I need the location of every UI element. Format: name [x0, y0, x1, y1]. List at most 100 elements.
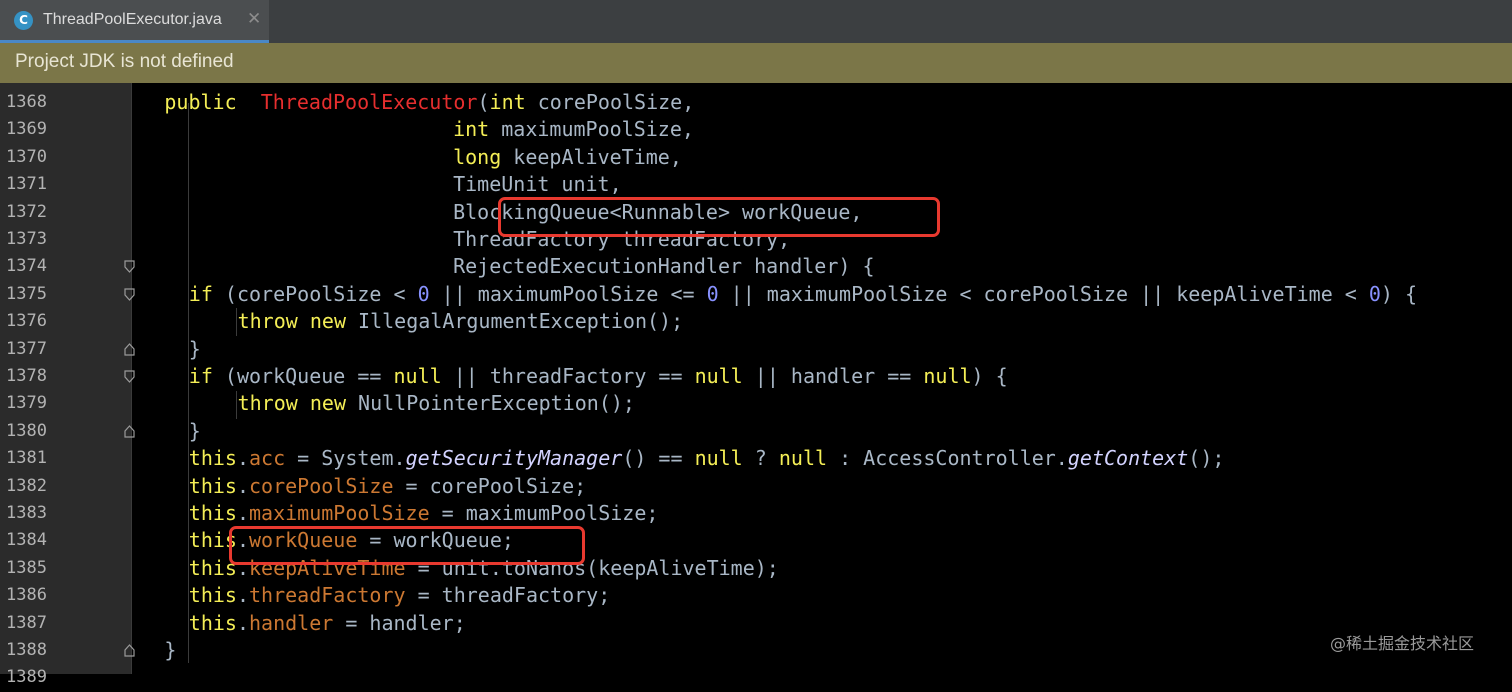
code-line: this.handler = handler; — [189, 610, 466, 637]
line-number: 1375 — [6, 283, 47, 304]
code-token: || maximumPoolSize < corePoolSize || kee… — [718, 281, 1369, 306]
code-token: = threadFactory; — [405, 583, 611, 608]
code-token: = corePoolSize; — [393, 473, 587, 498]
code-token: if — [188, 281, 213, 306]
line-number: 1378 — [6, 366, 47, 386]
code-token: 0 — [706, 281, 719, 306]
line-number: 1384 — [6, 530, 47, 551]
code-token: null — [923, 364, 972, 388]
line-number: 1385 — [6, 557, 47, 578]
fold-open-icon[interactable] — [124, 370, 135, 383]
code-token: if — [188, 364, 213, 388]
fold-close-icon[interactable] — [124, 342, 135, 356]
code-token: long — [453, 144, 502, 169]
watermark: @稀土掘金技术社区 — [1330, 634, 1475, 653]
highlight-box-workqueue-param — [498, 197, 940, 237]
code-line: if (workQueue == null || threadFactory =… — [189, 363, 1008, 390]
code-token: null — [393, 364, 442, 388]
line-number: 1386 — [6, 585, 47, 606]
code-token: . — [236, 446, 250, 471]
code-token: new — [309, 391, 346, 416]
code-token: this — [188, 501, 237, 525]
code-token: maximumPoolSize, — [489, 117, 694, 142]
code-token: = maximumPoolSize; — [429, 501, 659, 525]
code-token: this — [188, 446, 237, 471]
code-line: public ThreadPoolExecutor(int corePoolSi… — [164, 89, 694, 116]
code-token: . — [236, 583, 250, 608]
code-token: = System. — [285, 446, 406, 471]
code-token: TimeUnit unit, — [140, 172, 622, 197]
code-token: } — [164, 638, 177, 662]
line-number: 1383 — [6, 503, 47, 523]
line-number: 1388 — [6, 640, 47, 660]
code-line: RejectedExecutionHandler handler) { — [140, 253, 875, 280]
code-token: int — [453, 117, 490, 142]
code-token: || maximumPoolSize <= — [429, 281, 707, 306]
code-token: . — [236, 473, 250, 498]
code-token: (); — [1188, 446, 1225, 471]
code-line: } — [164, 637, 176, 664]
highlight-box-workqueue-assign — [229, 526, 585, 565]
line-number: 1387 — [6, 612, 47, 633]
code-token: IllegalArgumentException(); — [345, 309, 684, 334]
code-token: null — [694, 446, 743, 471]
tab-threadpoolexecutor[interactable]: C ThreadPoolExecutor.java ✕ — [0, 0, 269, 40]
code-token: throw — [237, 309, 298, 334]
line-number: 1377 — [6, 338, 47, 359]
code-token: || handler == — [742, 364, 924, 388]
line-number: 1374 — [6, 256, 47, 277]
tab-title: ThreadPoolExecutor.java — [43, 11, 222, 28]
code-token: threadFactory — [249, 583, 406, 608]
line-number: 1369 — [6, 119, 47, 140]
code-token: ) { — [971, 364, 1008, 388]
code-line: long keepAliveTime, — [140, 144, 682, 171]
indent-guide — [236, 308, 237, 336]
code-token: ? — [742, 446, 779, 471]
code-token: new — [309, 309, 346, 334]
code-line: if (corePoolSize < 0 || maximumPoolSize … — [189, 281, 1417, 308]
code-token: corePoolSize, — [525, 90, 695, 114]
code-token: null — [694, 364, 743, 388]
code-editor[interactable]: 1368 public ThreadPoolExecutor(int corePo… — [0, 83, 1512, 687]
code-token: 0 — [417, 281, 430, 306]
code-line: int maximumPoolSize, — [140, 116, 694, 143]
line-number: 1381 — [6, 448, 47, 469]
java-class-icon: C — [14, 11, 33, 30]
line-number: 1380 — [6, 420, 47, 441]
code-line: this.acc = System.getSecurityManager() =… — [189, 445, 1225, 472]
code-token: NullPointerException(); — [345, 391, 635, 416]
fold-close-icon[interactable] — [124, 644, 135, 657]
banner-message: Project JDK is not defined — [15, 51, 234, 72]
code-token: = handler; — [333, 610, 466, 635]
line-number: 1372 — [6, 201, 47, 222]
code-line: this.maximumPoolSize = maximumPoolSize; — [189, 500, 659, 527]
code-token: throw — [237, 391, 298, 416]
code-token: (workQueue == — [212, 364, 394, 388]
code-token: . — [236, 501, 250, 525]
code-token: this — [188, 583, 237, 608]
jdk-warning-banner: Project JDK is not defined — [0, 43, 1512, 83]
line-number: 1382 — [6, 475, 47, 496]
line-number: 1376 — [6, 311, 47, 332]
fold-open-icon[interactable] — [124, 260, 135, 274]
code-token: keepAliveTime, — [501, 144, 682, 169]
editor-tab-bar: C ThreadPoolExecutor.java ✕ — [0, 0, 1512, 43]
close-icon[interactable]: ✕ — [247, 9, 261, 29]
code-token: int — [489, 90, 526, 114]
indent-guide — [188, 103, 189, 663]
code-token: (corePoolSize < — [212, 281, 418, 306]
code-token: this — [188, 610, 237, 635]
code-token: RejectedExecutionHandler handler) { — [140, 254, 875, 279]
line-number: 1379 — [6, 393, 47, 414]
code-token: null — [778, 446, 828, 471]
fold-open-icon[interactable] — [124, 288, 135, 301]
code-token: : AccessController. — [827, 446, 1068, 471]
code-token: () == — [622, 446, 695, 471]
line-number: 1370 — [6, 146, 47, 167]
code-line: } — [189, 336, 201, 363]
indent-guide — [236, 391, 237, 419]
code-line: throw new NullPointerException(); — [238, 390, 635, 417]
fold-close-icon[interactable] — [124, 424, 135, 438]
